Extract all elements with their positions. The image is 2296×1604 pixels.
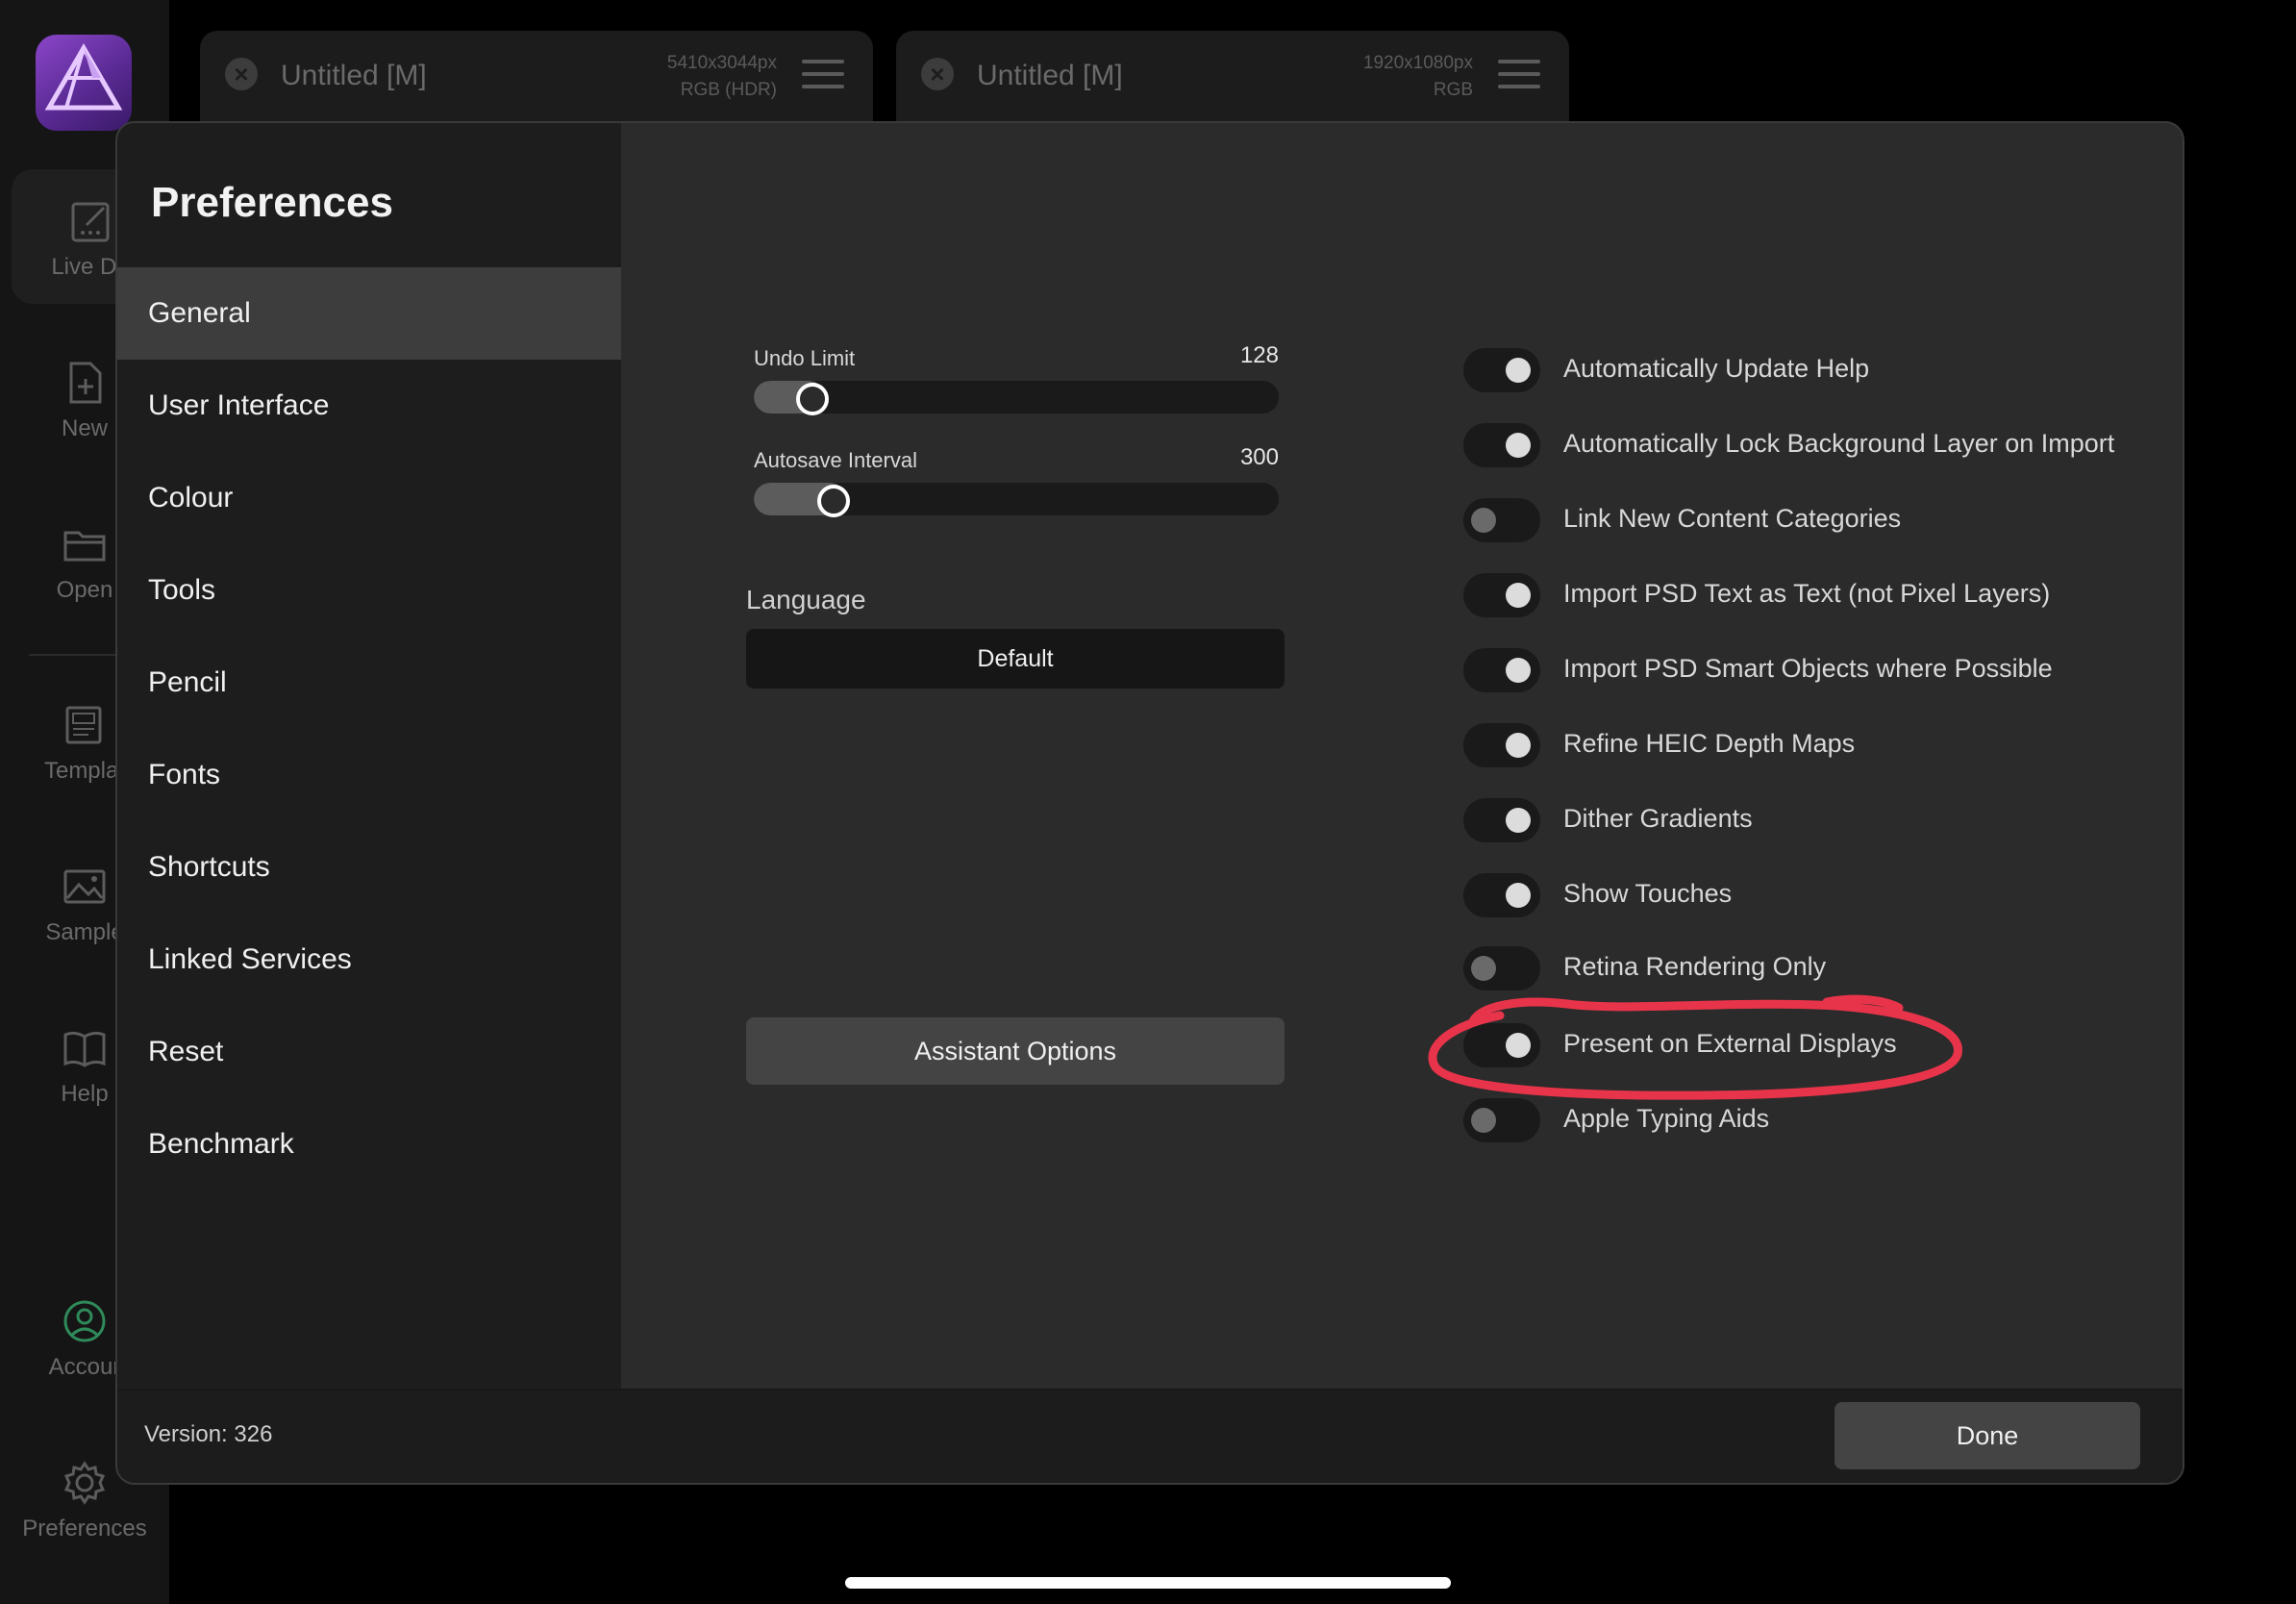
tab-color-mode: RGB (HDR) [680,80,777,100]
toggle-row-import-psd-smart-objects-where-possible: Import PSD Smart Objects where Possible [1463,648,2175,696]
affinity-photo-logo-icon[interactable] [36,35,132,131]
done-button[interactable]: Done [1834,1402,2140,1469]
gear-icon [63,1461,106,1505]
toggle-row-refine-heic-depth-maps: Refine HEIC Depth Maps [1463,723,2175,771]
dialog-footer: Version: 326 Done [117,1389,2183,1483]
toggle-switch-automatically-update-help[interactable] [1463,348,1540,392]
autosave-interval-value: 300 [1239,444,1279,470]
hamburger-menu-icon[interactable] [802,60,844,92]
toggle-knob [1506,658,1531,683]
toggle-knob [1506,433,1531,458]
language-label: Language [746,585,866,614]
assistant-options-button[interactable]: Assistant Options [746,1017,1285,1085]
nav-item-linked-services[interactable]: Linked Services [117,914,621,1006]
image-icon [63,869,106,904]
toggle-knob [1471,1108,1496,1133]
toggle-knob [1471,508,1496,533]
toggle-switch-show-touches[interactable] [1463,873,1540,917]
nav-item-user-interface[interactable]: User Interface [117,360,621,452]
new-document-icon [69,362,102,404]
toggle-switch-apple-typing-aids[interactable] [1463,1098,1540,1142]
tab-meta: 1920x1080px RGB [1363,50,1473,104]
toggle-knob [1506,583,1531,608]
toggle-label: Retina Rendering Only [1563,952,1827,981]
undo-limit-label: Undo Limit [754,346,856,370]
tab-meta: 5410x3044px RGB (HDR) [667,50,777,104]
toggle-row-present-on-external-displays: Present on External Displays [1428,994,2175,1100]
toggle-switch-automatically-lock-background-layer-on-import[interactable] [1463,423,1540,467]
nav-item-colour[interactable]: Colour [117,452,621,544]
toggle-label: Show Touches [1563,879,1733,908]
nav-item-general[interactable]: General [117,267,621,360]
toggle-switch-import-psd-smart-objects-where-possible[interactable] [1463,648,1540,692]
annotation-stroke [1428,994,1962,1100]
autosave-interval-label: Autosave Interval [754,448,917,472]
toggle-row-show-touches: Show Touches [1463,873,2175,921]
hamburger-menu-icon[interactable] [1498,60,1540,92]
toggle-label: Link New Content Categories [1563,504,1902,533]
book-icon [63,1031,106,1067]
tab-size: 1920x1080px [1362,53,1473,73]
home-indicator[interactable] [845,1577,1451,1589]
toggle-label: Automatically Update Help [1563,354,1870,383]
folder-icon [63,531,106,562]
nav-item-reset[interactable]: Reset [117,1006,621,1098]
toggle-row-link-new-content-categories: Link New Content Categories [1463,498,2175,546]
toggle-row-automatically-lock-background-layer-on-import: Automatically Lock Background Layer on I… [1463,423,2175,471]
red-circle-annotation [1428,994,1962,1100]
close-icon[interactable]: × [921,58,954,90]
slider-thumb[interactable] [817,485,850,517]
toggle-switch-import-psd-text-as-text-not-pixel-layers[interactable] [1463,573,1540,617]
toggle-row-automatically-update-help: Automatically Update Help [1463,348,2175,396]
nav-item-shortcuts[interactable]: Shortcuts [117,821,621,914]
nav-item-benchmark[interactable]: Benchmark [117,1098,621,1190]
toggle-knob [1506,358,1531,383]
toggle-switch-retina-rendering-only[interactable] [1463,946,1540,990]
toggle-label: Dither Gradients [1563,804,1753,833]
rail-label: Preferences [22,1516,147,1541]
toggle-row-dither-gradients: Dither Gradients [1463,798,2175,846]
account-icon [63,1300,106,1342]
toggle-row-import-psd-text-as-text-not-pixel-layers: Import PSD Text as Text (not Pixel Layer… [1463,573,2175,621]
tab-color-mode: RGB [1433,80,1473,100]
tab-size: 5410x3044px [666,53,777,73]
toggle-label: Automatically Lock Background Layer on I… [1563,429,2115,458]
toggle-knob [1471,956,1496,981]
nav-item-pencil[interactable]: Pencil [117,637,621,729]
preferences-nav: General User Interface Colour Tools Penc… [117,267,621,1190]
toggle-switch-refine-heic-depth-maps[interactable] [1463,723,1540,767]
toggle-knob [1506,883,1531,908]
slider-thumb[interactable] [796,383,829,415]
language-dropdown[interactable]: Default [746,629,1285,689]
toggle-switch-dither-gradients[interactable] [1463,798,1540,842]
template-icon [65,706,102,744]
tab-title: Untitled [M] [977,60,1123,91]
toggle-label: Apple Typing Aids [1563,1104,1770,1133]
tab-title: Untitled [M] [281,60,427,91]
nav-item-tools[interactable]: Tools [117,544,621,637]
toggle-switch-link-new-content-categories[interactable] [1463,498,1540,542]
toggle-knob [1506,733,1531,758]
close-icon[interactable]: × [225,58,258,90]
general-settings-panel: Undo Limit 128 Autosave Interval 300 Lan… [621,123,2183,1389]
toggle-label: Import PSD Text as Text (not Pixel Layer… [1563,579,2051,608]
undo-limit-value: 128 [1239,342,1279,368]
version-label: Version: 326 [144,1421,273,1447]
toggle-knob [1506,808,1531,833]
toggle-row-apple-typing-aids: Apple Typing Aids [1463,1098,2175,1146]
toggle-label: Refine HEIC Depth Maps [1563,729,1856,758]
toggle-label: Import PSD Smart Objects where Possible [1563,654,2053,683]
dialog-title: Preferences [151,179,393,226]
preferences-sidebar: Preferences General User Interface Colou… [117,123,623,1389]
preferences-dialog: Preferences General User Interface Colou… [115,121,2184,1485]
undo-limit-slider[interactable] [754,381,1279,414]
live-document-icon [71,202,110,242]
nav-item-fonts[interactable]: Fonts [117,729,621,821]
